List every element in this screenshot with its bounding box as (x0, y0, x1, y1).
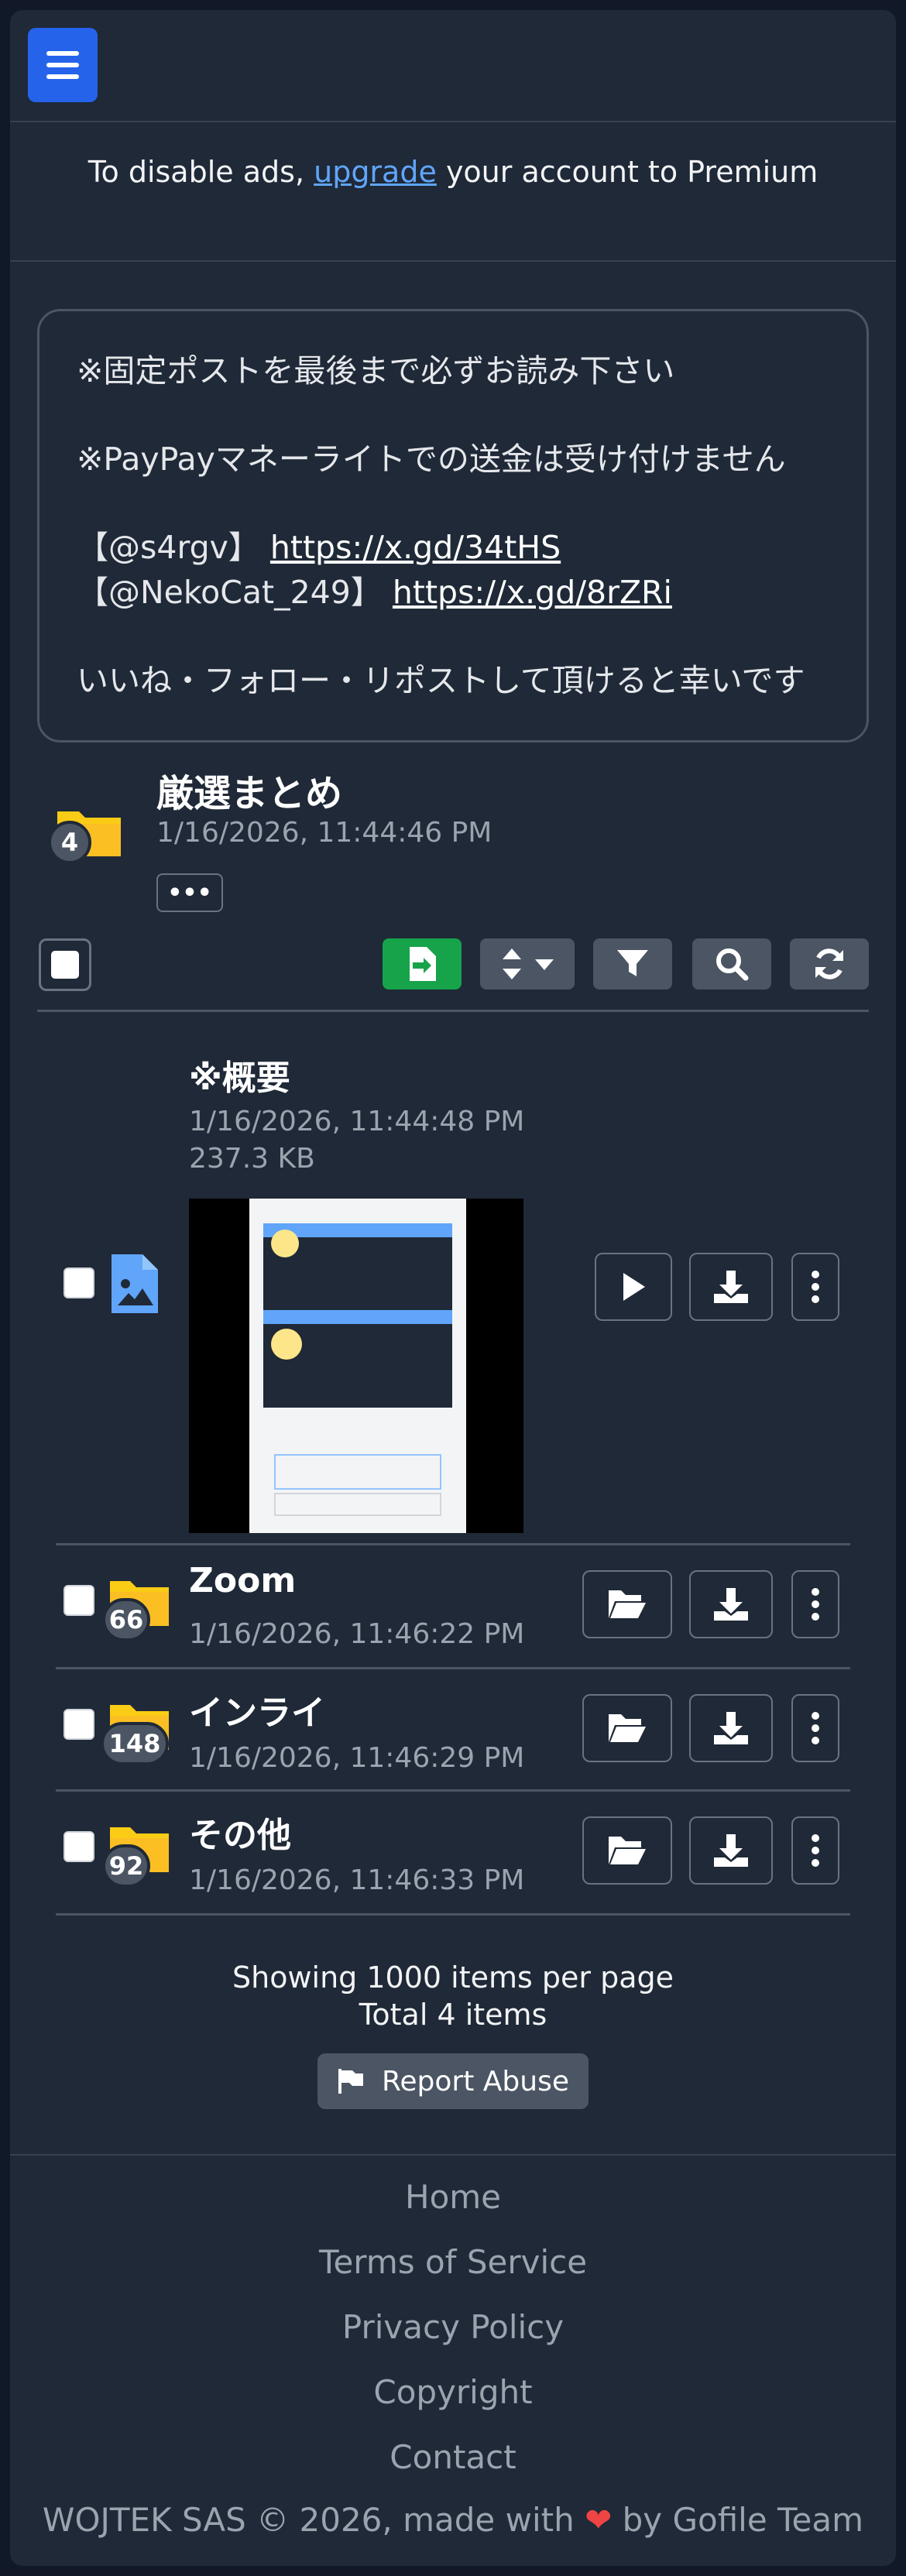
hamburger-icon (46, 51, 79, 56)
item-title: その他 (189, 1816, 291, 1855)
folder-icon: 4 (48, 804, 132, 881)
link-s4rgv[interactable]: https://x.gd/34tHS (270, 529, 561, 566)
description-box: ※固定ポストを最後まで必ずお読み下さい ※PayPayマネーライトでの送金は受け… (37, 309, 869, 743)
options-button[interactable] (791, 1694, 839, 1762)
pagination-info: Showing 1000 items per page Total 4 item… (10, 1959, 896, 2033)
item-count-badge: 92 (102, 1844, 150, 1888)
folder-date: 1/16/2026, 11:44:46 PM (156, 817, 492, 849)
items-per-page: Showing 1000 items per page (232, 1960, 674, 1995)
item-count-badge: 4 (48, 821, 91, 864)
item-date: 1/16/2026, 11:46:29 PM (189, 1742, 525, 1774)
folder-open-icon (609, 1837, 646, 1864)
divider (10, 260, 896, 262)
item-title: インライ (189, 1693, 325, 1733)
filter-icon (617, 950, 648, 976)
upgrade-link[interactable]: upgrade (314, 155, 437, 189)
play-icon (623, 1273, 645, 1301)
folder-open-icon (609, 1590, 646, 1618)
open-folder-button[interactable] (582, 1570, 672, 1638)
kebab-icon (812, 1834, 819, 1867)
refresh-button[interactable] (790, 938, 869, 990)
file-import-icon (410, 947, 436, 981)
sort-button[interactable] (480, 938, 575, 990)
folder-icon: 92 (102, 1823, 170, 1888)
download-button[interactable] (689, 1570, 773, 1638)
item-checkbox[interactable] (63, 1831, 94, 1862)
link-nekocat[interactable]: https://x.gd/8rZRi (393, 574, 672, 611)
footer-link-contact[interactable]: Contact (10, 2436, 896, 2501)
toolbar (37, 938, 869, 991)
search-button[interactable] (692, 938, 771, 990)
kebab-icon (812, 1588, 819, 1621)
folder-header: 4 厳選まとめ 1/16/2026, 11:44:46 PM ••• (46, 759, 867, 914)
item-count-badge: 148 (101, 1722, 169, 1765)
footer-links: Home Terms of Service Privacy Policy Cop… (10, 2176, 896, 2501)
copyright: WOJTEK SAS © 2026, made with ❤ by Gofile… (42, 2501, 864, 2539)
filter-button[interactable] (593, 938, 672, 990)
kebab-icon (812, 1271, 819, 1303)
report-abuse-button[interactable]: Report Abuse (317, 2053, 589, 2109)
download-icon (714, 1712, 748, 1744)
item-date: 1/16/2026, 11:44:48 PM (189, 1106, 525, 1137)
select-all-checkbox[interactable] (39, 938, 91, 991)
refresh-icon (815, 948, 843, 979)
divider (10, 121, 896, 122)
item-date: 1/16/2026, 11:46:22 PM (189, 1618, 525, 1650)
open-folder-button[interactable] (582, 1694, 672, 1762)
divider (10, 2154, 896, 2156)
import-button[interactable] (383, 938, 462, 990)
item-checkbox[interactable] (63, 1585, 94, 1616)
list-item[interactable]: ※概要 1/16/2026, 11:44:48 PM 237.3 KB (56, 1022, 850, 1545)
folder-icon: 66 (102, 1576, 170, 1641)
folder-title: 厳選まとめ (156, 772, 343, 815)
download-icon (714, 1271, 748, 1303)
more-button[interactable]: ••• (156, 873, 223, 912)
download-icon (714, 1834, 748, 1867)
footer-link-copyright[interactable]: Copyright (10, 2371, 896, 2436)
total-items: Total 4 items (359, 1998, 547, 2032)
divider (37, 1010, 869, 1012)
open-folder-button[interactable] (582, 1816, 672, 1885)
list-item[interactable]: 66 Zoom 1/16/2026, 11:46:22 PM (56, 1545, 850, 1669)
image-thumbnail[interactable] (189, 1199, 523, 1533)
download-button[interactable] (689, 1253, 773, 1321)
search-icon (716, 948, 749, 981)
item-size: 237.3 KB (189, 1143, 315, 1175)
options-button[interactable] (791, 1816, 839, 1885)
item-checkbox[interactable] (63, 1709, 94, 1740)
play-button[interactable] (595, 1253, 672, 1321)
folder-icon: 148 (101, 1700, 170, 1765)
item-checkbox[interactable] (63, 1267, 94, 1298)
ads-notice: To disable ads, upgrade your account to … (88, 155, 818, 189)
item-date: 1/16/2026, 11:46:33 PM (189, 1864, 525, 1896)
menu-button[interactable] (28, 28, 98, 102)
options-button[interactable] (791, 1570, 839, 1638)
footer-link-privacy[interactable]: Privacy Policy (10, 2306, 896, 2371)
footer-link-home[interactable]: Home (10, 2176, 896, 2241)
image-file-icon (112, 1254, 158, 1316)
download-icon (714, 1588, 748, 1621)
item-count-badge: 66 (102, 1598, 150, 1641)
list-item[interactable]: 148 インライ 1/16/2026, 11:46:29 PM (56, 1669, 850, 1792)
item-title: Zoom (189, 1561, 297, 1600)
item-title: ※概要 (189, 1058, 290, 1098)
list-item[interactable]: 92 その他 1/16/2026, 11:46:33 PM (56, 1792, 850, 1916)
folder-open-icon (609, 1714, 646, 1742)
footer-link-terms[interactable]: Terms of Service (10, 2241, 896, 2306)
download-button[interactable] (689, 1694, 773, 1762)
options-button[interactable] (791, 1253, 839, 1321)
download-button[interactable] (689, 1816, 773, 1885)
heart-icon: ❤ (585, 2501, 613, 2539)
kebab-icon (812, 1712, 819, 1744)
flag-icon (338, 2069, 363, 2094)
sort-icon (503, 948, 554, 979)
